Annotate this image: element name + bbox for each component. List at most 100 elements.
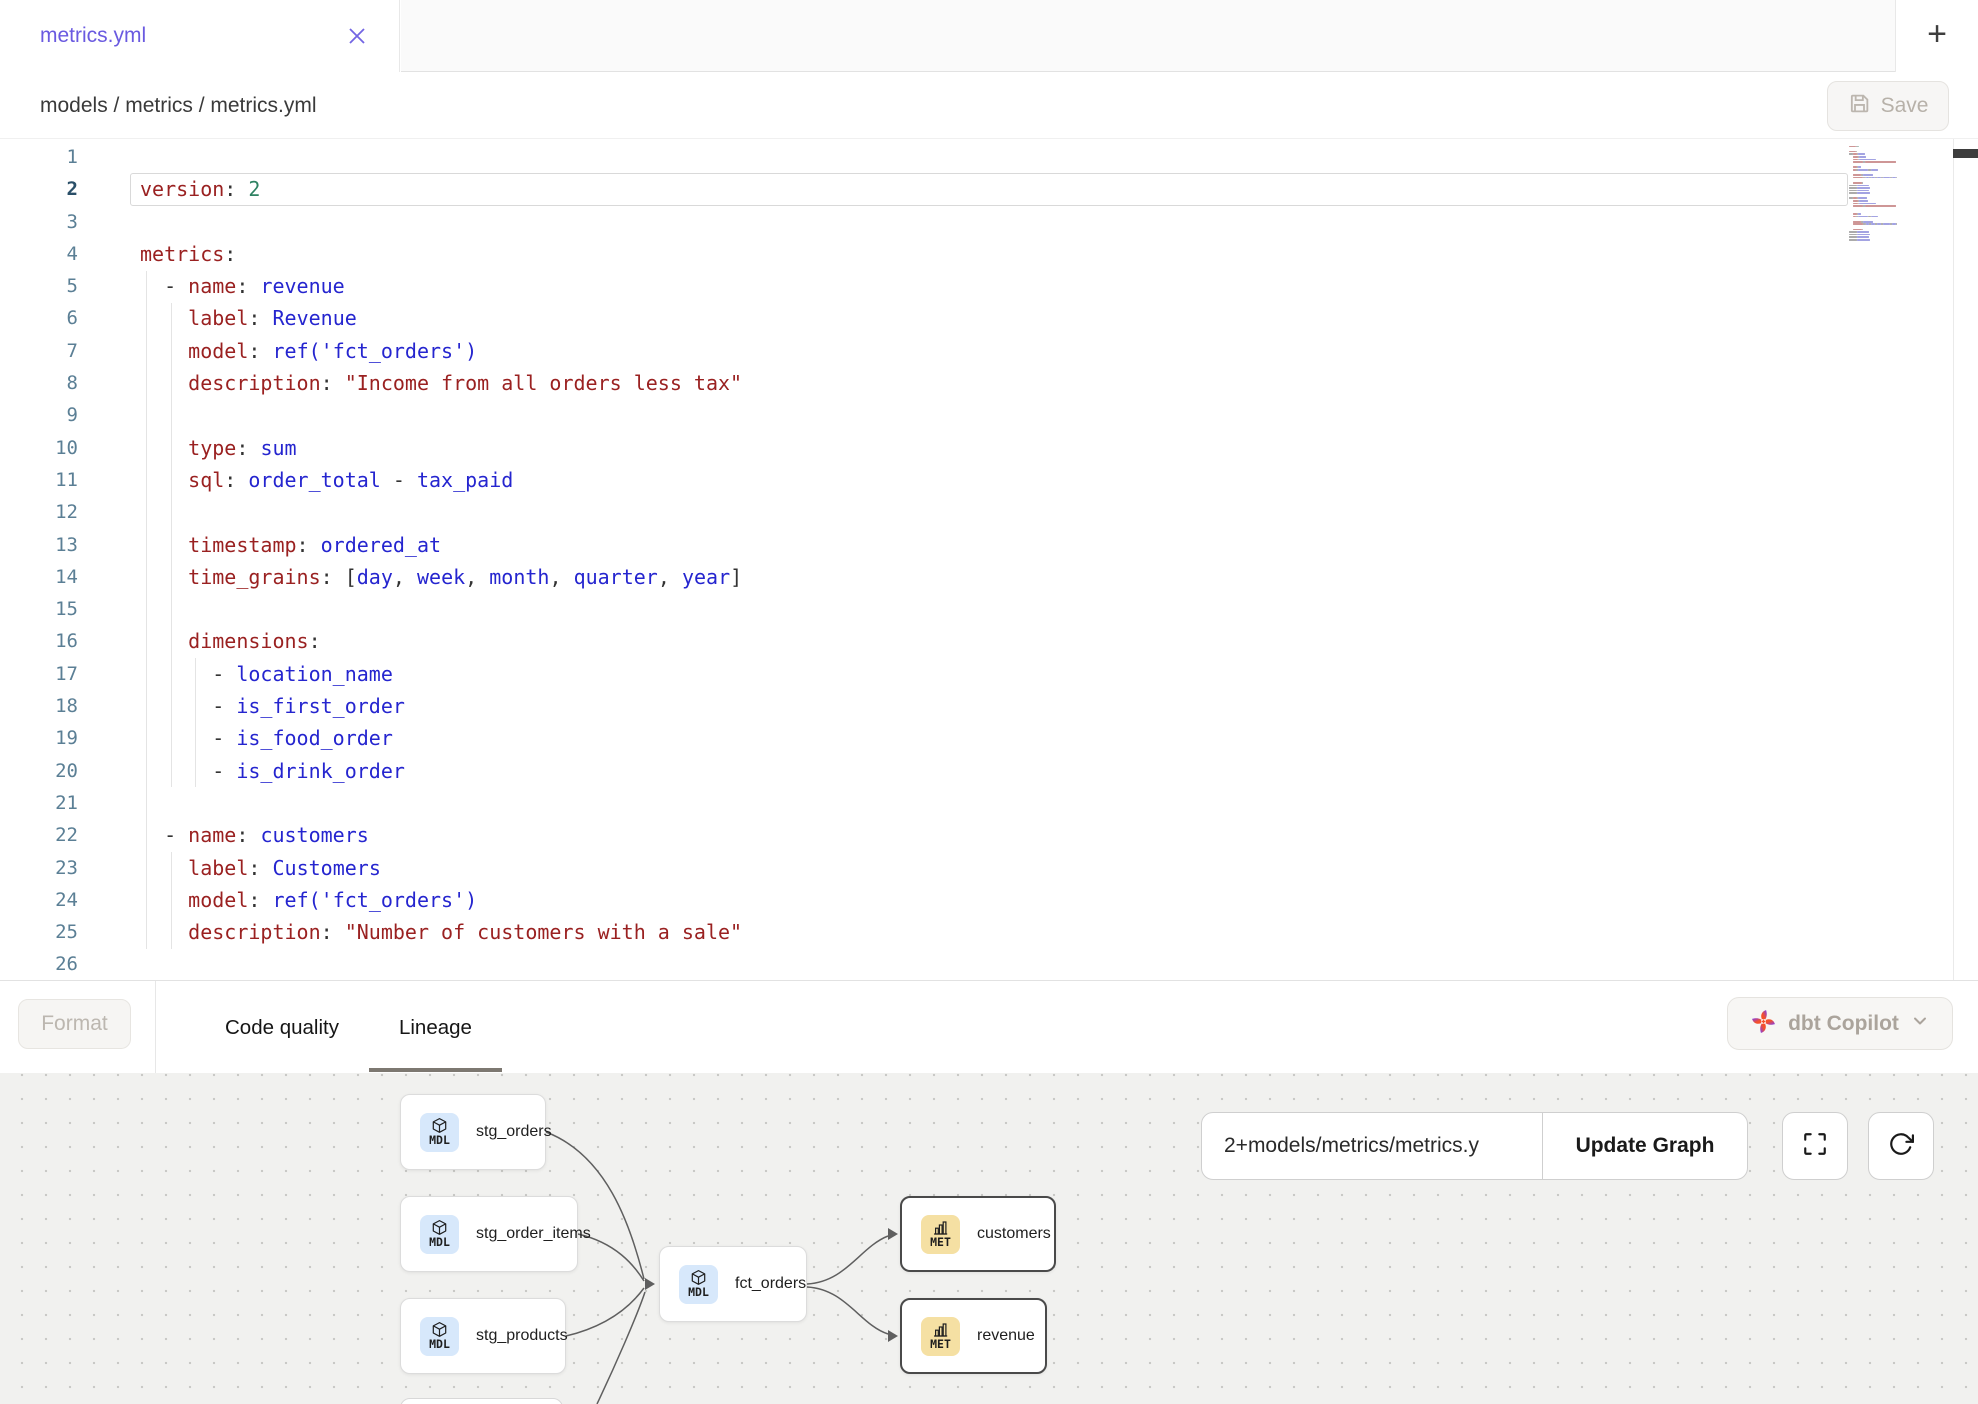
lineage-node-fct_orders[interactable]: MDL fct_orders (659, 1246, 807, 1322)
save-icon (1848, 92, 1871, 120)
lineage-node-partial[interactable] (400, 1398, 563, 1404)
close-icon[interactable] (345, 24, 369, 48)
line-text: model: ref('fct_orders') (78, 884, 477, 916)
tab-code-quality[interactable]: Code quality (195, 981, 369, 1074)
lineage-node-stg_products[interactable]: MDLstg_products (400, 1298, 566, 1374)
code-line-2[interactable]: 2version: 2 (0, 173, 1978, 205)
line-number: 7 (0, 335, 78, 367)
line-text: version: 2 (78, 173, 260, 205)
new-tab-button[interactable]: + (1895, 0, 1978, 72)
line-text (78, 206, 140, 238)
code-line-20[interactable]: 20 - is_drink_order (0, 755, 1978, 787)
metric-chart-icon: MET (921, 1215, 960, 1254)
code-line-1[interactable]: 1 (0, 141, 1978, 173)
line-number: 8 (0, 367, 78, 399)
line-number: 1 (0, 141, 78, 173)
minimap[interactable] (1849, 143, 1945, 383)
format-button-label: Format (41, 1012, 108, 1036)
node-badge-label: MDL (429, 1339, 450, 1351)
code-line-13[interactable]: 13 timestamp: ordered_at (0, 529, 1978, 561)
code-line-22[interactable]: 22 - name: customers (0, 819, 1978, 851)
line-number: 6 (0, 302, 78, 334)
line-number: 2 (0, 173, 78, 205)
code-line-21[interactable]: 21 (0, 787, 1978, 819)
code-line-3[interactable]: 3 (0, 206, 1978, 238)
line-text: sql: order_total - tax_paid (78, 464, 513, 496)
ide-window: metrics.yml + models / metrics / metrics… (0, 0, 1978, 1404)
line-text: - name: customers (78, 819, 369, 851)
code-line-24[interactable]: 24 model: ref('fct_orders') (0, 884, 1978, 916)
lineage-node-revenue[interactable]: MET revenue (900, 1298, 1047, 1374)
code-editor[interactable]: 12version: 234metrics:5 - name: revenue6… (0, 139, 1978, 980)
code-line-11[interactable]: 11 sql: order_total - tax_paid (0, 464, 1978, 496)
metric-chart-icon: MET (921, 1317, 960, 1356)
tab-title: metrics.yml (0, 24, 146, 48)
update-graph-button[interactable]: Update Graph (1542, 1113, 1747, 1179)
line-text (78, 948, 140, 980)
code-line-25[interactable]: 25 description: "Number of customers wit… (0, 916, 1978, 948)
line-text: - is_food_order (78, 722, 393, 754)
dbt-copilot-icon (1750, 1008, 1777, 1040)
lineage-node-customers[interactable]: MET customers (900, 1196, 1056, 1272)
line-text: label: Revenue (78, 302, 357, 334)
line-number: 19 (0, 722, 78, 754)
node-label: fct_orders (735, 1275, 806, 1293)
code-line-10[interactable]: 10 type: sum (0, 432, 1978, 464)
code-line-7[interactable]: 7 model: ref('fct_orders') (0, 335, 1978, 367)
line-text: dimensions: (78, 625, 321, 657)
line-text (78, 141, 140, 173)
code-line-16[interactable]: 16 dimensions: (0, 625, 1978, 657)
tab-code-quality-label: Code quality (225, 1016, 339, 1040)
save-button[interactable]: Save (1827, 81, 1949, 131)
editor-right-gutter (1953, 139, 1978, 980)
code-line-17[interactable]: 17 - location_name (0, 658, 1978, 690)
line-number: 14 (0, 561, 78, 593)
refresh-button[interactable] (1868, 1112, 1934, 1180)
code-line-9[interactable]: 9 (0, 399, 1978, 431)
format-button[interactable]: Format (18, 999, 131, 1049)
dbt-copilot-button[interactable]: dbt Copilot (1727, 997, 1953, 1050)
code-line-8[interactable]: 8 description: "Income from all orders l… (0, 367, 1978, 399)
node-label: stg_orders (476, 1123, 552, 1141)
breadcrumb-row: models / metrics / metrics.yml Save (0, 72, 1978, 139)
code-line-18[interactable]: 18 - is_first_order (0, 690, 1978, 722)
line-number: 16 (0, 625, 78, 657)
refresh-icon (1888, 1131, 1914, 1162)
line-number: 15 (0, 593, 78, 625)
code-line-15[interactable]: 15 (0, 593, 1978, 625)
code-lines: 12version: 234metrics:5 - name: revenue6… (0, 141, 1978, 980)
model-cube-icon: MDL (420, 1317, 459, 1356)
tab-lineage[interactable]: Lineage (369, 981, 502, 1074)
lineage-node-stg_orders[interactable]: MDLstg_orders (400, 1094, 546, 1170)
tab-bar-empty-area (401, 0, 1895, 72)
lineage-selector-input[interactable]: 2+models/metrics/metrics.y (1202, 1113, 1542, 1179)
lineage-node-stg_order_items[interactable]: MDLstg_order_items (400, 1196, 578, 1272)
code-line-26[interactable]: 26 (0, 948, 1978, 980)
code-line-19[interactable]: 19 - is_food_order (0, 722, 1978, 754)
line-number: 20 (0, 755, 78, 787)
tab-metrics-yml[interactable]: metrics.yml (0, 0, 400, 72)
node-label: customers (977, 1225, 1051, 1243)
line-number: 12 (0, 496, 78, 528)
line-number: 11 (0, 464, 78, 496)
code-line-4[interactable]: 4metrics: (0, 238, 1978, 270)
line-text: description: "Income from all orders les… (78, 367, 742, 399)
bottom-toolbar: Format Code quality Lineage (0, 980, 1978, 1073)
code-line-5[interactable]: 5 - name: revenue (0, 270, 1978, 302)
fullscreen-button[interactable] (1782, 1112, 1848, 1180)
breadcrumb: models / metrics / metrics.yml (40, 72, 317, 139)
line-text: metrics: (78, 238, 236, 270)
lineage-canvas[interactable]: MDLstg_ordersMDLstg_order_itemsMDLstg_pr… (0, 1073, 1978, 1404)
code-line-12[interactable]: 12 (0, 496, 1978, 528)
node-label: revenue (977, 1327, 1035, 1345)
dbt-copilot-label: dbt Copilot (1788, 1012, 1899, 1036)
editor-scroll-indicator[interactable] (1953, 149, 1978, 158)
line-number: 25 (0, 916, 78, 948)
code-line-6[interactable]: 6 label: Revenue (0, 302, 1978, 334)
model-cube-icon: MDL (679, 1265, 718, 1304)
line-text (78, 787, 140, 819)
code-line-23[interactable]: 23 label: Customers (0, 852, 1978, 884)
code-line-14[interactable]: 14 time_grains: [day, week, month, quart… (0, 561, 1978, 593)
line-number: 26 (0, 948, 78, 980)
line-text (78, 593, 140, 625)
